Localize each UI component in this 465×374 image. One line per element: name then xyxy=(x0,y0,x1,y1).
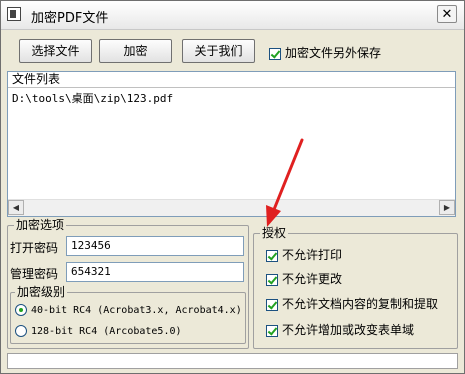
app-window: 加密PDF文件 ✕ 选择文件 加密 关于我们 加密文件另外保存 文件列表 D:\… xyxy=(0,0,465,374)
annotation-arrow-icon xyxy=(266,138,304,227)
